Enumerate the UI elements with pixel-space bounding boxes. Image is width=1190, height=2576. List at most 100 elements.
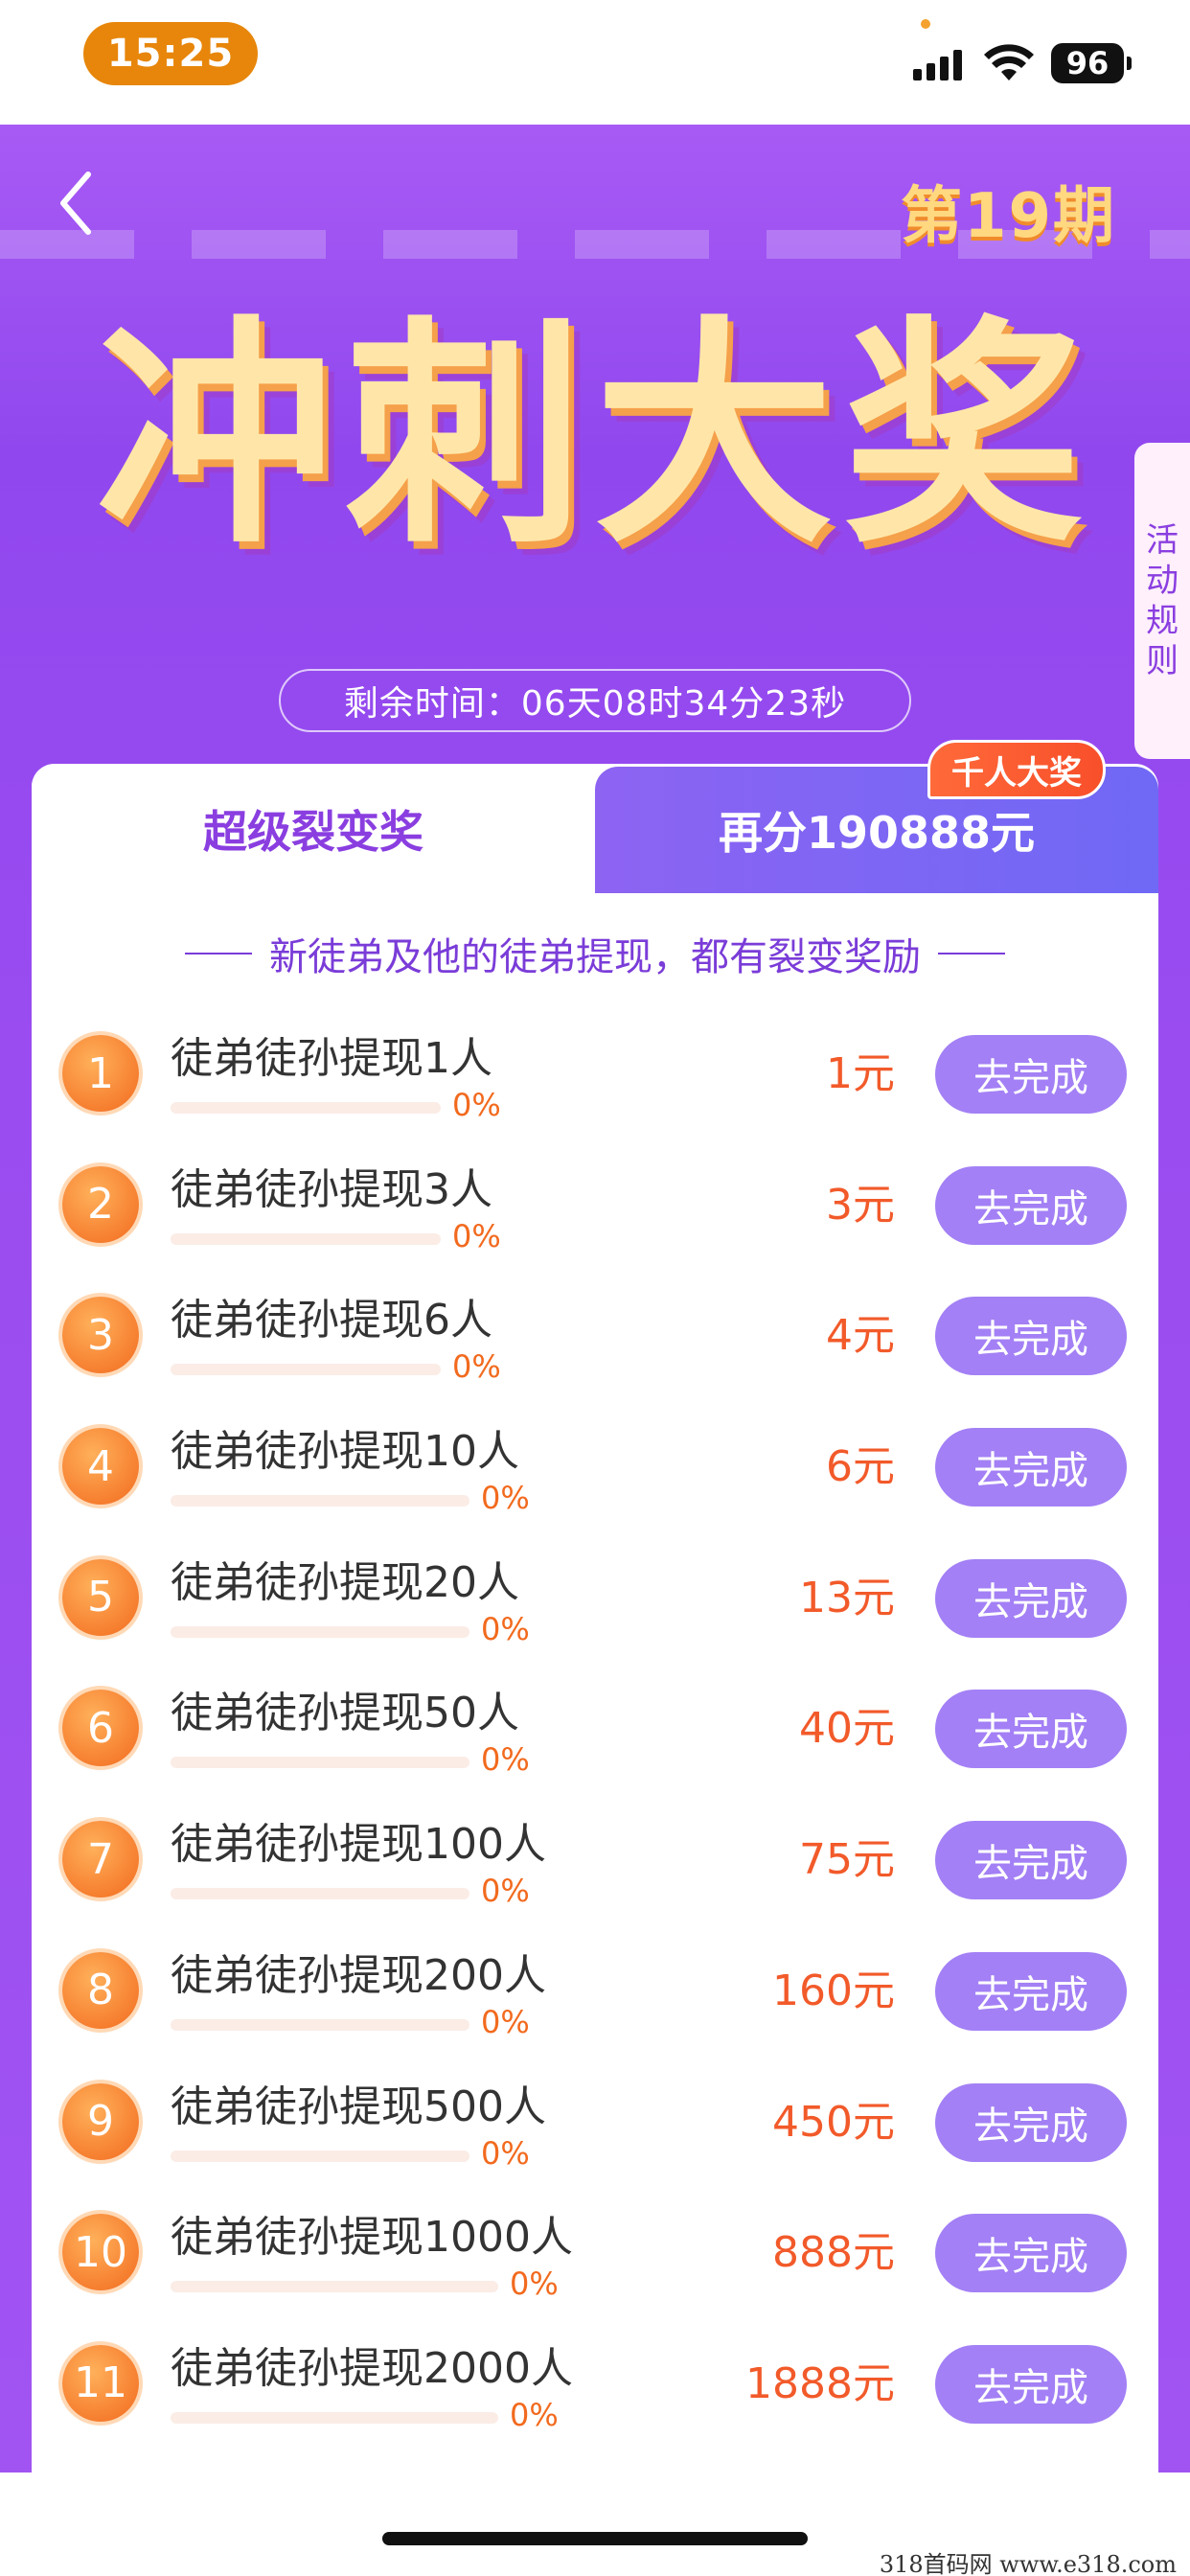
task-number-badge: 9	[62, 2082, 139, 2160]
section-subtitle: 新徒弟及他的徒弟提现，都有裂变奖励	[134, 926, 1056, 981]
task-row: 3 徒弟徒孙提现6人 0% 4元 去完成	[32, 1270, 1158, 1401]
task-reward: 6元	[826, 1442, 895, 1492]
activity-rules-button[interactable]: 活 动 规 则	[1134, 443, 1190, 759]
task-number-badge: 5	[62, 1558, 139, 1636]
go-complete-button[interactable]: 去完成	[935, 1821, 1127, 1900]
task-progress-percent: 0%	[510, 2396, 559, 2433]
task-progress-bar	[171, 1232, 441, 1245]
home-indicator[interactable]	[382, 2532, 808, 2545]
task-progress-percent: 0%	[452, 1348, 501, 1386]
go-complete-button[interactable]: 去完成	[935, 1558, 1127, 1638]
task-label: 徒弟徒孙提现10人	[171, 1427, 519, 1477]
task-row: 5 徒弟徒孙提现20人 0% 13元 去完成	[32, 1532, 1158, 1664]
task-row: 6 徒弟徒孙提现50人 0% 40元 去完成	[32, 1663, 1158, 1794]
task-label: 徒弟徒孙提现100人	[171, 1820, 546, 1870]
go-complete-button[interactable]: 去完成	[935, 1951, 1127, 2031]
task-progress-percent: 0%	[481, 1480, 530, 1517]
task-reward: 40元	[799, 1704, 895, 1754]
task-reward: 1元	[826, 1049, 895, 1098]
task-progress-percent: 0%	[481, 2003, 530, 2040]
task-progress-percent: 0%	[481, 1610, 530, 1647]
watermark: 318首码网 www.e318.com	[879, 2551, 1177, 2576]
go-complete-button[interactable]: 去完成	[935, 1690, 1127, 1769]
battery-icon: 96	[1051, 43, 1132, 83]
subtitle-text: 新徒弟及他的徒弟提现，都有裂变奖励	[269, 935, 921, 979]
status-time: 15:25	[83, 22, 258, 85]
task-reward: 160元	[772, 1966, 895, 2015]
task-row: 7 徒弟徒孙提现100人 0% 75元 去完成	[32, 1794, 1158, 1925]
task-progress-percent: 0%	[481, 1741, 530, 1779]
task-row: 9 徒弟徒孙提现500人 0% 450元 去完成	[32, 2057, 1158, 2188]
thousand-prize-badge: 千人大奖	[927, 740, 1106, 799]
status-bar: 15:25 96	[0, 0, 1190, 125]
task-number-badge: 7	[62, 1821, 139, 1898]
divider	[185, 953, 252, 954]
task-row: 11 徒弟徒孙提现2000人 0% 1888元 去完成	[32, 2318, 1158, 2450]
task-row: 4 徒弟徒孙提现10人 0% 6元 去完成	[32, 1401, 1158, 1532]
task-progress-bar	[171, 1888, 469, 1900]
go-complete-button[interactable]: 去完成	[935, 2214, 1127, 2293]
go-complete-button[interactable]: 去完成	[935, 2082, 1127, 2162]
task-progress-bar	[171, 1102, 441, 1114]
task-progress-bar	[171, 2411, 498, 2424]
rules-char: 活	[1146, 521, 1179, 560]
task-label: 徒弟徒孙提现3人	[171, 1164, 492, 1214]
task-number-badge: 6	[62, 1690, 139, 1767]
back-arrow-icon[interactable]	[50, 165, 107, 242]
task-list: 1 徒弟徒孙提现1人 0% 1元 去完成 2 徒弟徒孙提现3人 0% 3元 去完成 3 徒弟徒孙提现6…	[32, 1008, 1158, 2450]
rules-char: 则	[1146, 642, 1179, 680]
task-progress-bar	[171, 2281, 498, 2293]
task-number-badge: 1	[62, 1035, 139, 1112]
task-label: 徒弟徒孙提现500人	[171, 2082, 546, 2131]
task-number-badge: 8	[62, 1951, 139, 2029]
task-progress-bar	[171, 1495, 469, 1507]
task-progress-percent: 0%	[481, 1873, 530, 1910]
countdown-timer: 剩余时间：06天08时34分23秒	[279, 669, 911, 732]
task-row: 10 徒弟徒孙提现1000人 0% 888元 去完成	[32, 2187, 1158, 2318]
task-reward: 450元	[772, 2097, 895, 2147]
task-label: 徒弟徒孙提现200人	[171, 1950, 546, 2000]
task-progress-percent: 0%	[510, 2266, 559, 2303]
go-complete-button[interactable]: 去完成	[935, 1297, 1127, 1376]
go-complete-button[interactable]: 去完成	[935, 1035, 1127, 1114]
task-progress-percent: 0%	[481, 2134, 530, 2172]
task-number-badge: 4	[62, 1428, 139, 1506]
go-complete-button[interactable]: 去完成	[935, 1428, 1127, 1507]
task-reward: 13元	[799, 1573, 895, 1622]
task-number-badge: 11	[62, 2344, 139, 2422]
tab-super-fission[interactable]: 超级裂变奖	[32, 764, 595, 893]
task-progress-bar	[171, 2018, 469, 2031]
divider	[938, 953, 1005, 954]
task-reward: 4元	[826, 1311, 895, 1361]
wifi-icon	[984, 44, 1034, 80]
task-reward: 75元	[799, 1835, 895, 1885]
task-label: 徒弟徒孙提现50人	[171, 1689, 519, 1738]
task-label: 徒弟徒孙提现20人	[171, 1557, 519, 1607]
task-number-badge: 2	[62, 1165, 139, 1243]
task-reward: 3元	[826, 1180, 895, 1230]
rules-char: 规	[1146, 602, 1179, 640]
task-number-badge: 3	[62, 1297, 139, 1374]
task-row: 1 徒弟徒孙提现1人 0% 1元 去完成	[32, 1008, 1158, 1139]
task-number-badge: 10	[62, 2214, 139, 2291]
rules-char: 动	[1146, 562, 1179, 600]
task-progress-percent: 0%	[452, 1217, 501, 1254]
cellular-signal-icon	[913, 48, 963, 80]
task-progress-bar	[171, 1364, 441, 1376]
go-complete-button[interactable]: 去完成	[935, 2344, 1127, 2424]
task-label: 徒弟徒孙提现1人	[171, 1034, 492, 1083]
task-progress-bar	[171, 1757, 469, 1769]
task-progress-bar	[171, 2150, 469, 2162]
privacy-indicator-dot	[921, 19, 930, 29]
task-row: 2 徒弟徒孙提现3人 0% 3元 去完成	[32, 1139, 1158, 1271]
task-reward: 1888元	[745, 2358, 895, 2408]
task-progress-percent: 0%	[452, 1087, 501, 1123]
task-label: 徒弟徒孙提现6人	[171, 1296, 492, 1346]
task-progress-bar	[171, 1625, 469, 1638]
task-row: 8 徒弟徒孙提现200人 0% 160元 去完成	[32, 1925, 1158, 2057]
task-reward: 888元	[772, 2228, 895, 2278]
hero-title: 冲刺大奖	[96, 296, 1092, 575]
task-label: 徒弟徒孙提现2000人	[171, 2343, 573, 2393]
issue-number: 第19期	[901, 181, 1117, 252]
go-complete-button[interactable]: 去完成	[935, 1165, 1127, 1245]
